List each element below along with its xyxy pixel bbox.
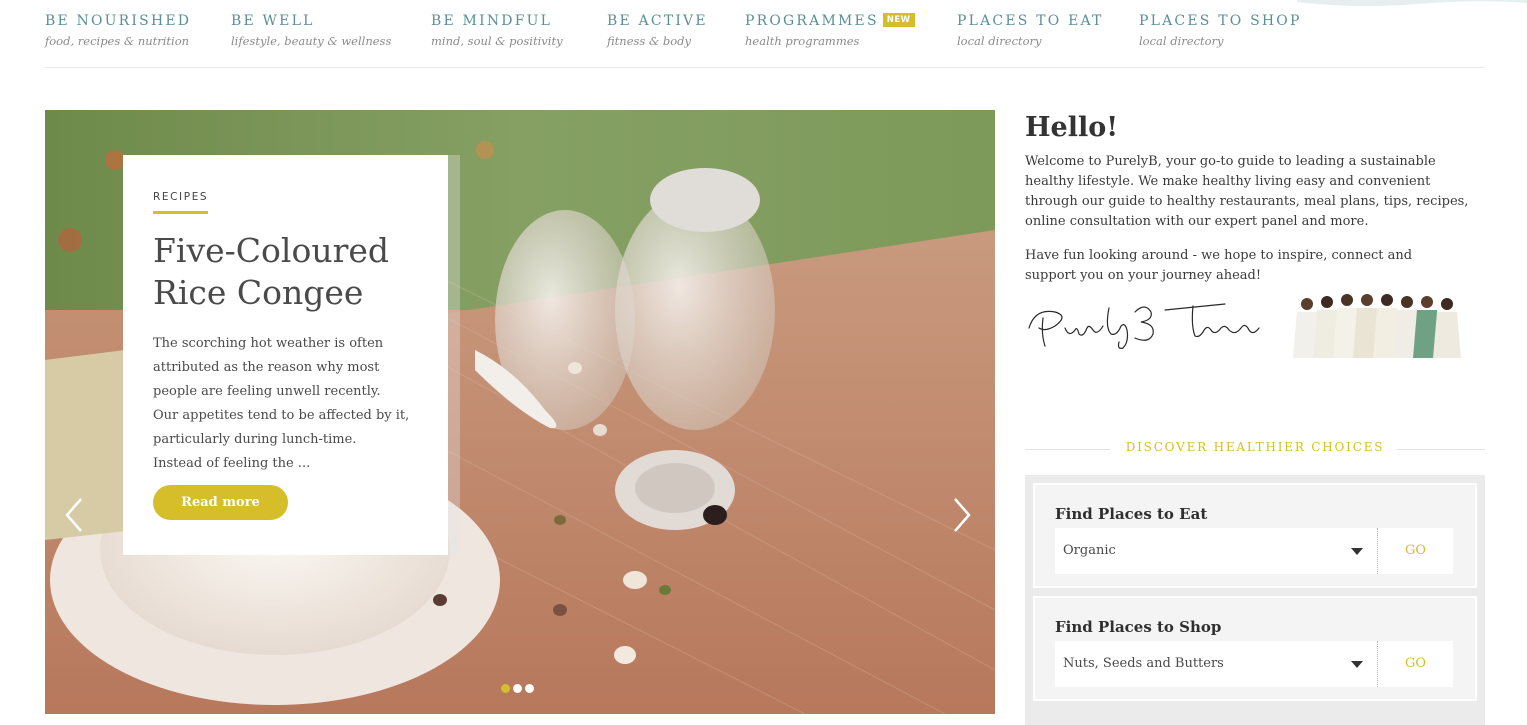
article-category[interactable]: RECIPES — [153, 191, 209, 214]
main-nav: BE NOURISHED food, recipes & nutrition B… — [45, 0, 1485, 68]
nav-item-title: BE WELL — [231, 13, 315, 29]
nav-item-programmes[interactable]: PROGRAMMES NEW health programmes — [745, 13, 915, 48]
nav-item-title: BE MINDFUL — [431, 13, 553, 29]
nav-item-subtitle: lifestyle, beauty & wellness — [231, 34, 392, 48]
featured-article-card: RECIPES Five-Coloured Rice Congee The sc… — [123, 155, 448, 555]
welcome-closing-line: support you on your journey ahead! — [1025, 268, 1262, 283]
nav-item-title-text: PROGRAMMES — [745, 13, 879, 29]
nav-item-title: BE ACTIVE — [607, 13, 708, 29]
article-excerpt-line: attributed as the reason why most — [153, 360, 380, 375]
chevron-left-icon[interactable] — [61, 495, 87, 535]
article-excerpt-line: Our appetites tend to be affected by it, — [153, 408, 410, 423]
nav-item-be-active[interactable]: BE ACTIVE fitness & body — [607, 13, 708, 48]
welcome-intro-line: Welcome to PurelyB, your go-to guide to … — [1025, 154, 1436, 169]
article-excerpt-line: particularly during lunch-time. — [153, 432, 357, 447]
eat-category-select[interactable]: Organic — [1055, 528, 1377, 574]
nav-item-subtitle: mind, soul & positivity — [431, 34, 563, 48]
nav-item-places-to-eat[interactable]: PLACES TO EAT local directory — [957, 13, 1104, 48]
find-eat-label: Find Places to Eat — [1055, 505, 1208, 523]
find-places-to-eat: Find Places to Eat Organic GO — [1033, 483, 1477, 588]
discover-divider: DISCOVER HEALTHIER CHOICES — [1025, 440, 1485, 458]
new-badge: NEW — [882, 13, 915, 27]
slider-dot[interactable] — [525, 684, 534, 693]
slider-dot[interactable] — [513, 684, 522, 693]
article-excerpt-line: people are feeling unwell recently. — [153, 384, 381, 399]
nav-item-subtitle: fitness & body — [607, 34, 691, 48]
nav-item-subtitle: local directory — [1139, 34, 1224, 48]
nav-item-places-to-shop[interactable]: PLACES TO SHOP local directory — [1139, 13, 1302, 48]
article-title[interactable]: Five-Coloured Rice Congee — [153, 230, 418, 314]
nav-item-subtitle: food, recipes & nutrition — [45, 34, 190, 48]
find-shop-label: Find Places to Shop — [1055, 618, 1222, 636]
chevron-right-icon[interactable] — [949, 495, 975, 535]
shop-go-button[interactable]: GO — [1377, 641, 1453, 687]
welcome-closing-line: Have fun looking around - we hope to ins… — [1025, 248, 1413, 263]
shop-category-value: Nuts, Seeds and Butters — [1063, 656, 1224, 671]
article-excerpt-line: Instead of feeling the ... — [153, 456, 311, 471]
nav-item-be-nourished[interactable]: BE NOURISHED food, recipes & nutrition — [45, 13, 191, 48]
nav-item-title: BE NOURISHED — [45, 13, 192, 29]
find-places-to-shop: Find Places to Shop Nuts, Seeds and Butt… — [1033, 596, 1477, 701]
welcome-intro-line: online consultation with our expert pane… — [1025, 214, 1369, 229]
nav-item-subtitle: local directory — [957, 34, 1042, 48]
shop-category-select[interactable]: Nuts, Seeds and Butters — [1055, 641, 1377, 687]
nav-item-be-well[interactable]: BE WELL lifestyle, beauty & wellness — [231, 13, 391, 48]
discover-heading: DISCOVER HEALTHIER CHOICES — [1125, 440, 1385, 454]
nav-item-title: PLACES TO EAT — [957, 13, 1104, 29]
article-excerpt: The scorching hot weather is often attri… — [153, 332, 418, 476]
read-more-button[interactable]: Read more — [153, 485, 288, 520]
welcome-intro: Welcome to PurelyB, your go-to guide to … — [1025, 152, 1485, 232]
eat-category-value: Organic — [1063, 543, 1116, 558]
directory-finder: Find Places to Eat Organic GO Find Place… — [1025, 475, 1485, 725]
welcome-closing: Have fun looking around - we hope to ins… — [1025, 246, 1485, 286]
slider-pagination — [501, 684, 534, 693]
slider-dot[interactable] — [501, 684, 510, 693]
welcome-heading: Hello! — [1025, 112, 1119, 143]
welcome-intro-line: healthy lifestyle. We make healthy livin… — [1025, 174, 1431, 189]
caret-down-icon — [1351, 661, 1363, 668]
welcome-intro-line: through our guide to healthy restaurants… — [1025, 194, 1469, 209]
nav-item-title: PLACES TO SHOP — [1139, 13, 1302, 29]
article-excerpt-line: The scorching hot weather is often — [153, 336, 384, 351]
nav-item-subtitle: health programmes — [745, 34, 860, 48]
eat-go-button[interactable]: GO — [1377, 528, 1453, 574]
nav-item-title: PROGRAMMES NEW — [745, 13, 915, 29]
article-title-line: Five-Coloured — [153, 231, 389, 270]
team-signature — [1028, 303, 1260, 349]
nav-item-be-mindful[interactable]: BE MINDFUL mind, soul & positivity — [431, 13, 563, 48]
team-photo — [1293, 294, 1461, 358]
article-title-line: Rice Congee — [153, 273, 364, 312]
caret-down-icon — [1351, 548, 1363, 555]
